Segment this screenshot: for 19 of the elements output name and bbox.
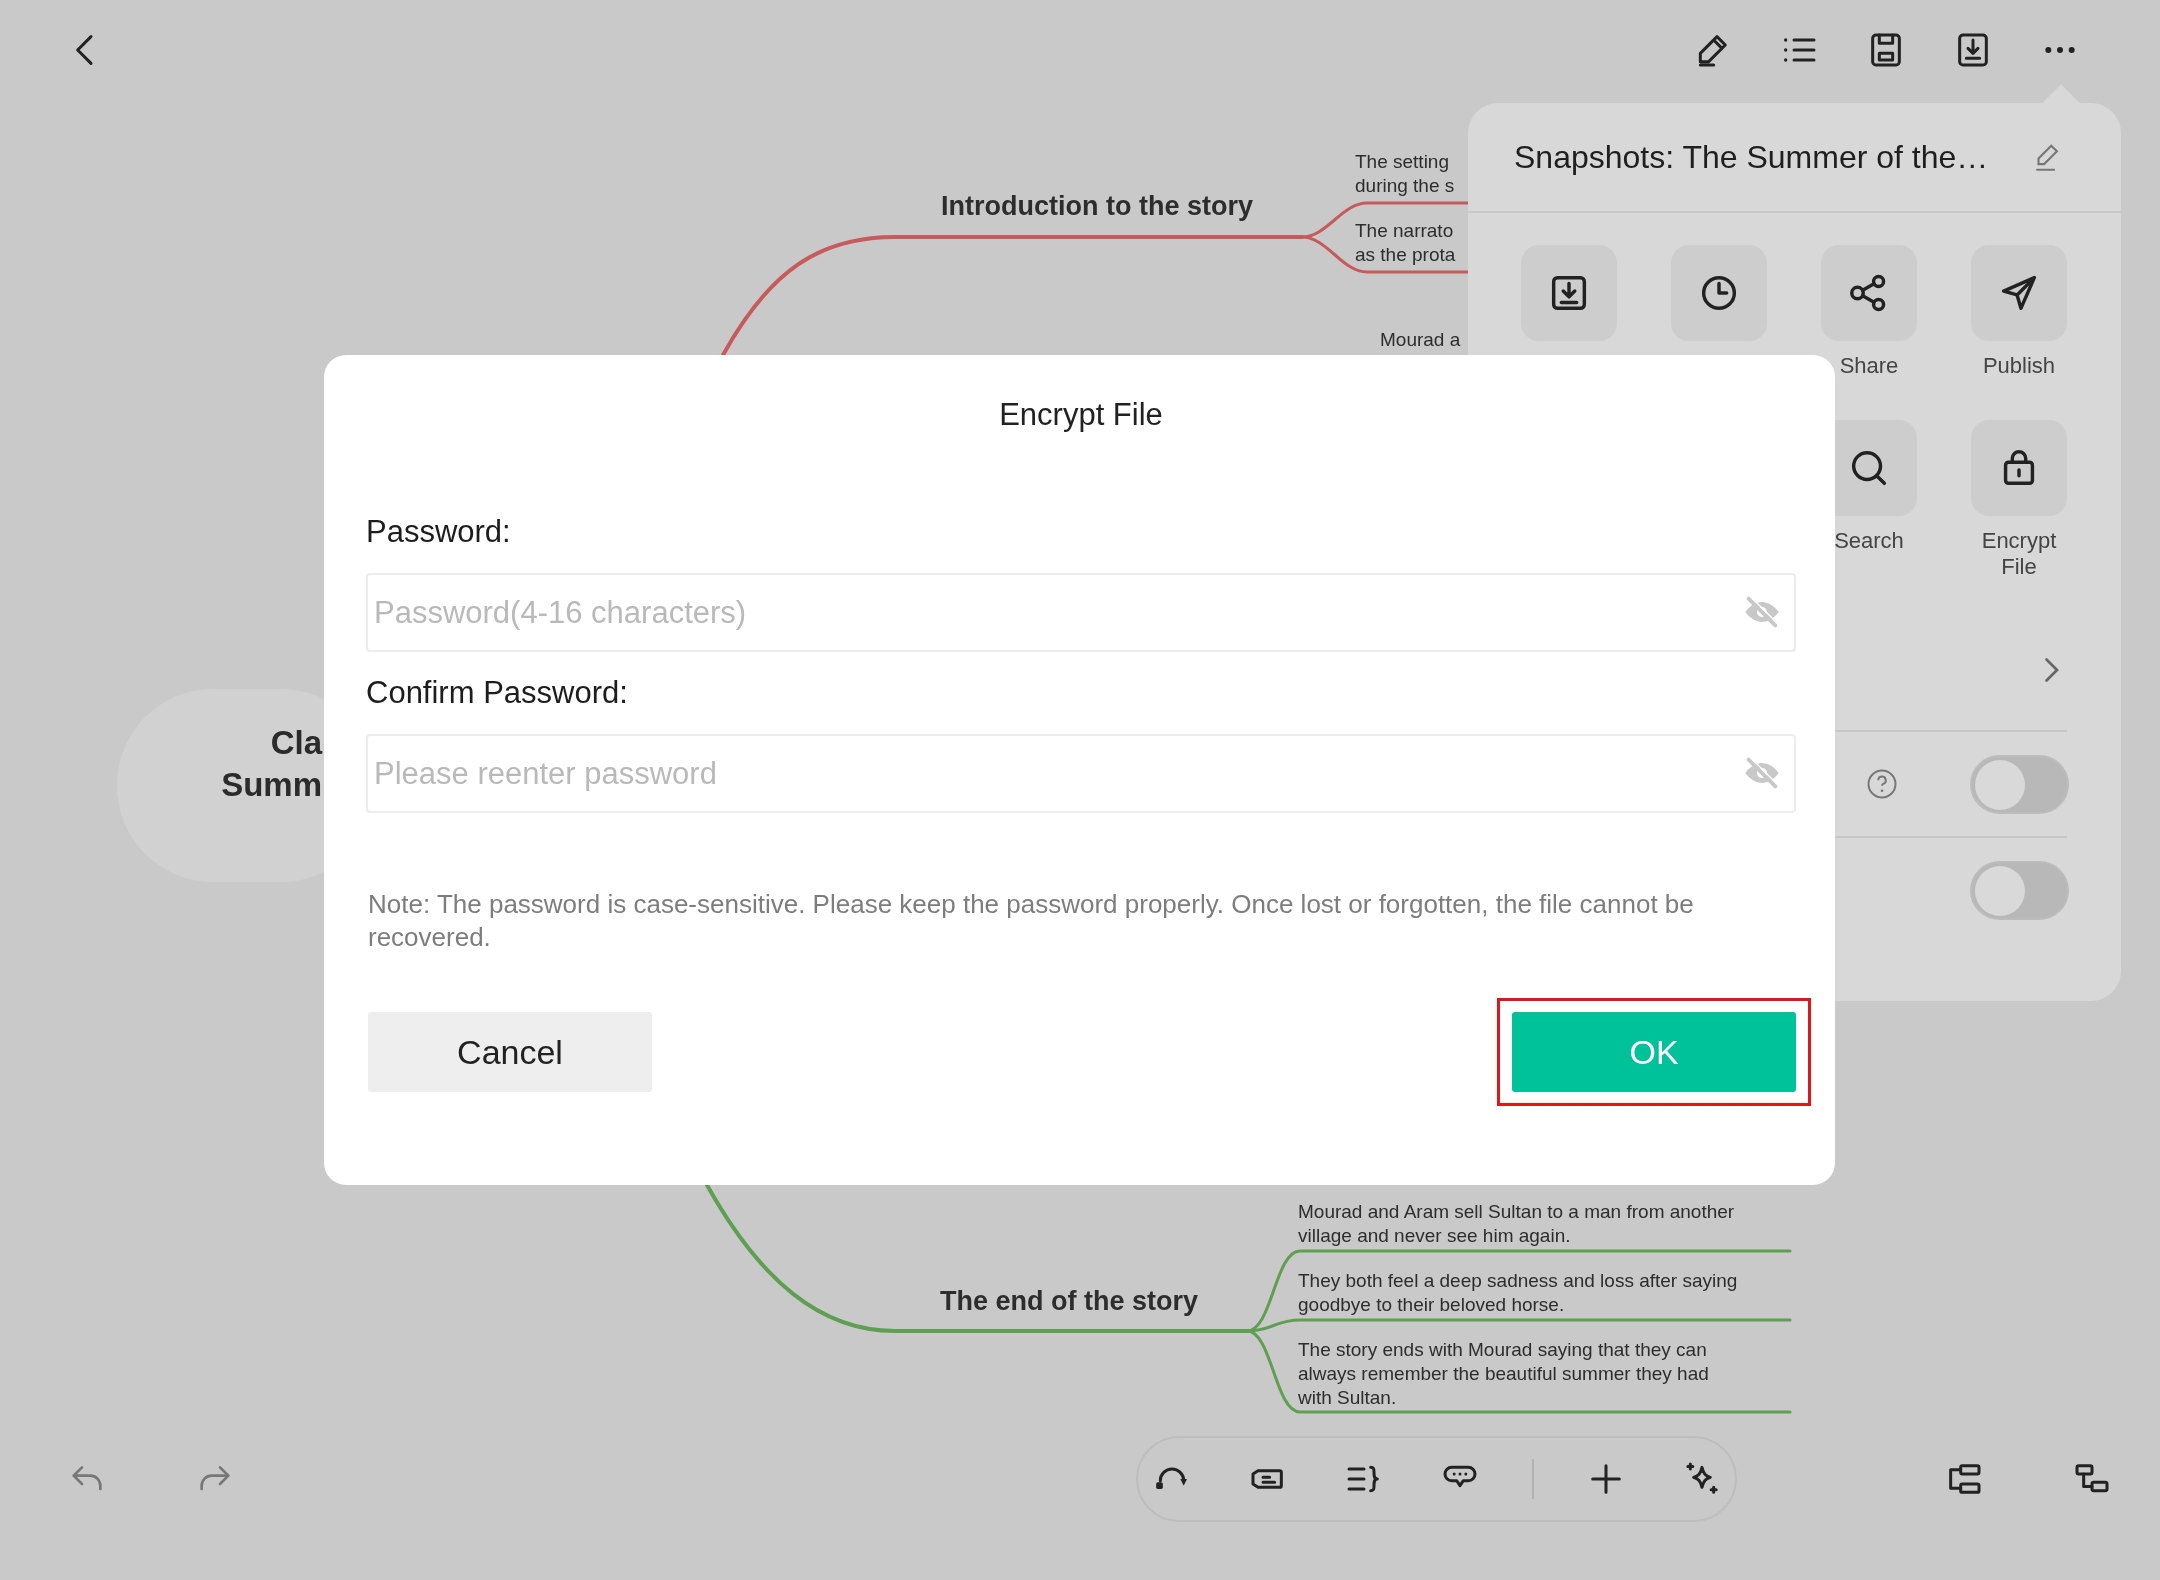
topic-text[interactable]: The story ends with Mourad saying that they can always remember the beautiful summer they had with Sultan.: [1298, 1338, 1709, 1410]
field-label: Password:: [366, 513, 512, 551]
topic-text[interactable]: Mourad and Aram sell Sultan to a man from another village and never see him again.: [1298, 1200, 1735, 1248]
action-tile[interactable]: [1521, 245, 1617, 341]
field-label: Confirm Password:: [366, 674, 629, 712]
topic-text[interactable]: The setting during the s: [1355, 150, 1455, 198]
input-field[interactable]: Please reenter password: [366, 734, 1796, 813]
action-tile[interactable]: [1671, 245, 1767, 341]
panel-title: Snapshots: The Summer of the…: [1514, 138, 1990, 177]
topic-text[interactable]: The narrato as the prota: [1355, 219, 1456, 267]
central-topic[interactable]: Cla Summ: [221, 722, 322, 806]
cancel-button[interactable]: Cancel: [368, 1012, 652, 1092]
note-text: Note: The password is case-sensitive. Please keep the password properly. Once lost or forgotten, the file cannot be recovered.: [367, 888, 1695, 954]
topic-text[interactable]: Mourad a: [1380, 328, 1461, 352]
input-field[interactable]: Password(4-16 characters): [366, 573, 1796, 652]
topic-text[interactable]: They both feel a deep sadness and loss after saying goodbye to their beloved horse.: [1298, 1269, 1738, 1317]
branch-title[interactable]: Introduction to the story: [941, 186, 1253, 227]
branch-title[interactable]: The end of the story: [940, 1281, 1198, 1322]
dialog-title: Encrypt File: [998, 396, 1164, 434]
